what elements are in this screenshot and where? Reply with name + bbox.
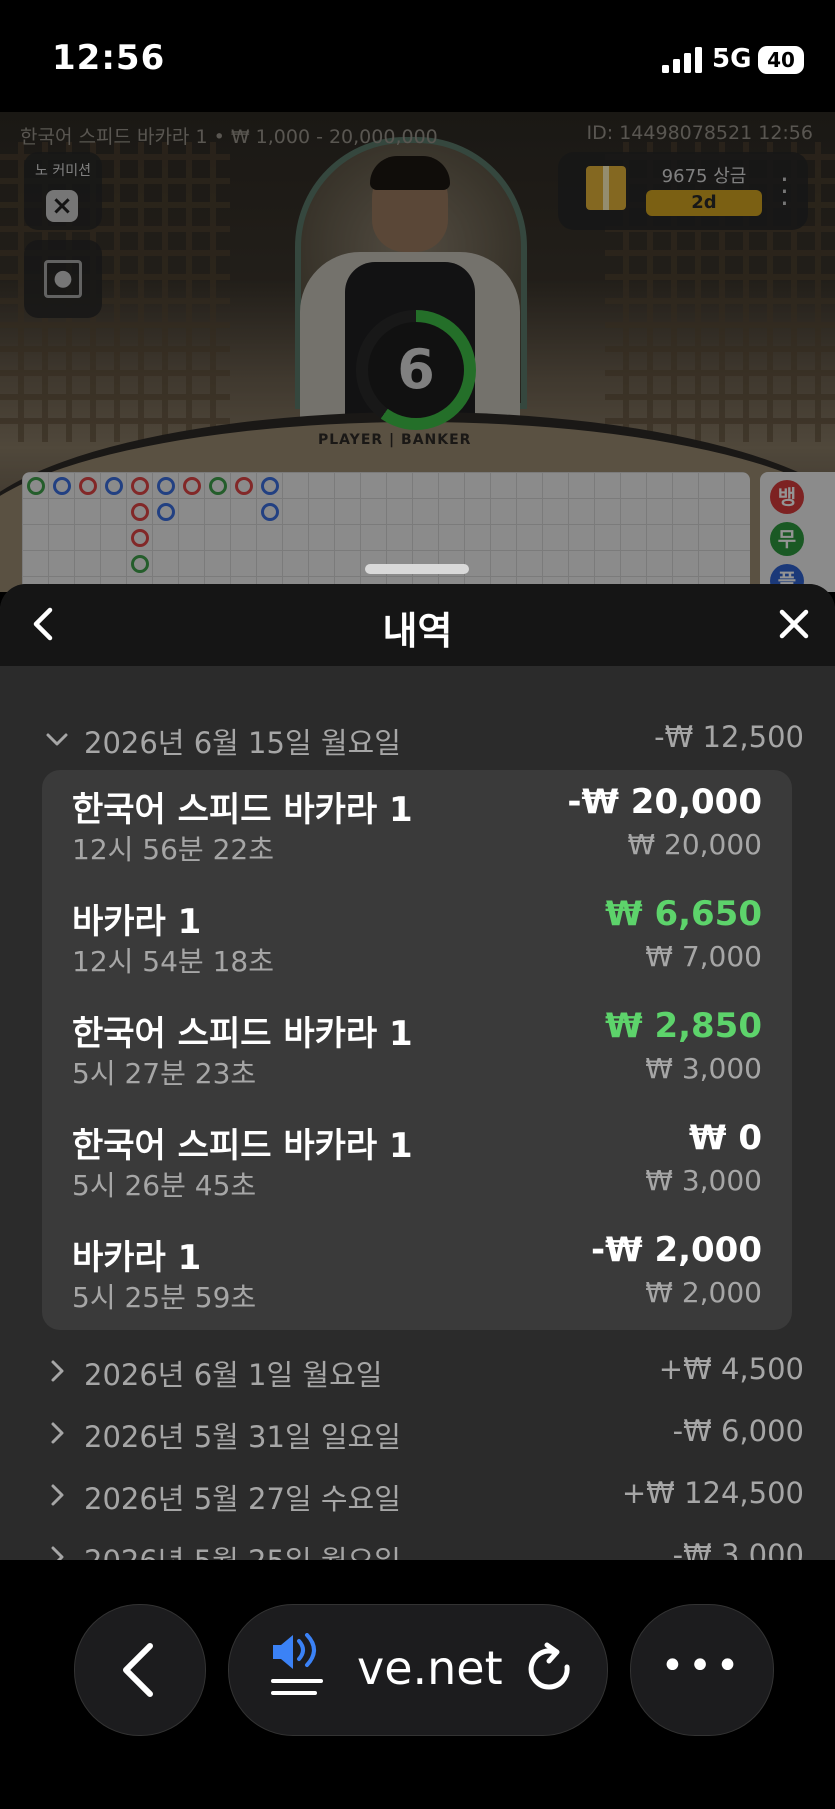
tx-bet: ₩ 3,000 xyxy=(645,1052,762,1085)
day-total: -₩ 12,500 xyxy=(654,720,804,754)
address-bar[interactable]: ve.net xyxy=(228,1604,608,1736)
chevron-left-icon xyxy=(123,1643,153,1697)
live-game-view: PLAYER | BANKER 6 한국어 스피드 바카라 1 • ₩ 1,00… xyxy=(0,112,835,592)
browser-toolbar: ve.net ••• xyxy=(0,1560,835,1809)
day-total: -₩ 3,000 xyxy=(672,1538,804,1560)
chevron-right-icon xyxy=(51,1546,64,1560)
network-type: 5G xyxy=(712,44,752,74)
reload-icon[interactable] xyxy=(521,1641,579,1699)
tx-bet: ₩ 7,000 xyxy=(645,940,762,973)
signal-icon xyxy=(662,47,702,73)
day-row-collapsed[interactable]: 2026년 5월 27일 수요일 +₩ 124,500 xyxy=(44,1472,804,1518)
tx-game: 바카라 1 xyxy=(72,1238,202,1278)
sheet-drag-handle[interactable] xyxy=(365,564,469,574)
day-date: 2026년 5월 25일 월요일 xyxy=(84,1538,401,1560)
tx-time: 12시 54분 18초 xyxy=(72,945,274,978)
day-total: +₩ 124,500 xyxy=(621,1476,804,1510)
tx-bet: ₩ 20,000 xyxy=(627,828,762,861)
chevron-down-icon xyxy=(46,733,68,746)
chevron-right-icon xyxy=(51,1484,64,1506)
tx-game: 한국어 스피드 바카라 1 xyxy=(72,1014,413,1054)
tx-bet: ₩ 2,000 xyxy=(645,1276,762,1309)
url-text: ve.net xyxy=(357,1641,503,1695)
tx-time: 5시 26분 45초 xyxy=(72,1169,257,1202)
more-horizontal-icon: ••• xyxy=(660,1643,744,1689)
tx-time: 12시 56분 22초 xyxy=(72,833,274,866)
tx-time: 5시 27분 23초 xyxy=(72,1057,257,1090)
day-date: 2026년 6월 1일 월요일 xyxy=(84,1358,383,1392)
day-row-collapsed[interactable]: 2026년 6월 1일 월요일 +₩ 4,500 xyxy=(44,1348,804,1394)
tx-result: -₩ 20,000 xyxy=(567,782,762,822)
day-date: 2026년 6월 15일 월요일 xyxy=(84,726,401,760)
day-date: 2026년 5월 27일 수요일 xyxy=(84,1482,401,1516)
sheet-header: 내역 xyxy=(0,584,835,666)
sheet-title: 내역 xyxy=(382,609,453,653)
status-time: 12:56 xyxy=(52,38,166,78)
speaker-icon[interactable] xyxy=(269,1633,329,1705)
tx-bet: ₩ 3,000 xyxy=(645,1164,762,1197)
tx-game: 한국어 스피드 바카라 1 xyxy=(72,790,413,830)
day-date: 2026년 5월 31일 일요일 xyxy=(84,1420,401,1454)
transaction-item[interactable]: 한국어 스피드 바카라 1 5시 26분 45초 ₩ 0 ₩ 3,000 xyxy=(72,1112,762,1224)
browser-more-button[interactable]: ••• xyxy=(630,1604,774,1736)
status-bar: 12:56 5G 40 xyxy=(0,0,835,112)
day-row-expanded[interactable]: 2026년 6월 15일 월요일 -₩ 12,500 xyxy=(44,716,804,762)
day-total: -₩ 6,000 xyxy=(672,1414,804,1448)
day-row-collapsed[interactable]: 2026년 5월 25일 월요일 -₩ 3,000 xyxy=(44,1534,804,1560)
tx-result: ₩ 0 xyxy=(689,1118,762,1158)
history-sheet: 내역 2026년 6월 15일 월요일 -₩ 12,500 한국어 스피드 바카… xyxy=(0,584,835,1560)
battery-icon: 40 xyxy=(758,46,804,74)
transaction-item[interactable]: 바카라 1 12시 54분 18초 ₩ 6,650 ₩ 7,000 xyxy=(72,888,762,1000)
transaction-item[interactable]: 한국어 스피드 바카라 1 5시 27분 23초 ₩ 2,850 ₩ 3,000 xyxy=(72,1000,762,1112)
tx-result: ₩ 6,650 xyxy=(605,894,762,934)
day-total: +₩ 4,500 xyxy=(658,1352,804,1386)
close-icon[interactable] xyxy=(772,602,816,646)
transaction-item[interactable]: 한국어 스피드 바카라 1 12시 56분 22초 -₩ 20,000 ₩ 20… xyxy=(72,776,762,888)
transaction-item[interactable]: 바카라 1 5시 25분 59초 -₩ 2,000 ₩ 2,000 xyxy=(72,1224,762,1336)
transaction-list: 한국어 스피드 바카라 1 12시 56분 22초 -₩ 20,000 ₩ 20… xyxy=(42,770,792,1330)
day-row-collapsed[interactable]: 2026년 5월 31일 일요일 -₩ 6,000 xyxy=(44,1410,804,1456)
tx-game: 바카라 1 xyxy=(72,902,202,942)
tx-game: 한국어 스피드 바카라 1 xyxy=(72,1126,413,1166)
browser-back-button[interactable] xyxy=(74,1604,206,1736)
tx-result: -₩ 2,000 xyxy=(591,1230,762,1270)
chevron-right-icon xyxy=(51,1360,64,1382)
tx-result: ₩ 2,850 xyxy=(605,1006,762,1046)
tx-time: 5시 25분 59초 xyxy=(72,1281,257,1314)
chevron-right-icon xyxy=(51,1422,64,1444)
